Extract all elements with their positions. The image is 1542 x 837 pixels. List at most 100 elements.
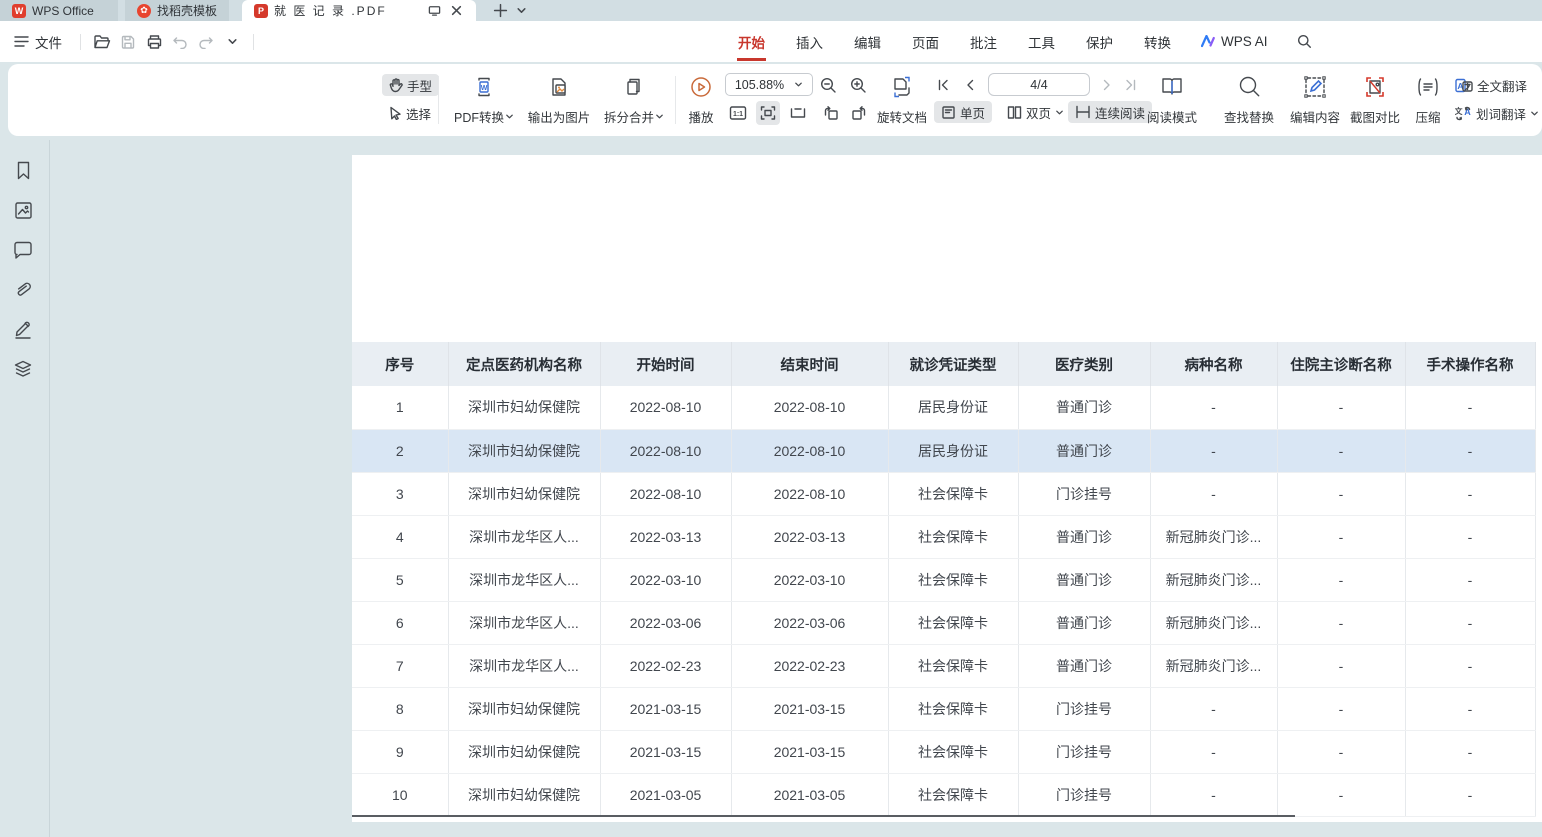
compress-label: 压缩 xyxy=(1415,107,1440,126)
table-cell: 普通门诊 xyxy=(1018,601,1150,644)
table-cell: 2022-08-10 xyxy=(731,429,888,472)
menu-item-page[interactable]: 页面 xyxy=(911,29,940,55)
new-tab-button[interactable] xyxy=(493,3,508,18)
tab-wps-office[interactable]: W WPS Office xyxy=(0,0,118,21)
signature-icon[interactable] xyxy=(12,318,34,340)
pdf-page: 序号定点医药机构名称开始时间结束时间就诊凭证类型医疗类别病种名称住院主诊断名称手… xyxy=(352,155,1542,822)
table-cell: - xyxy=(1405,773,1535,816)
menu-item-home[interactable]: 开始 xyxy=(737,29,766,55)
save-button[interactable] xyxy=(115,30,141,54)
word-translate-button[interactable]: 文A 划词翻译 xyxy=(1448,102,1542,124)
table-cell: 2022-03-06 xyxy=(600,601,731,644)
table-row: 4深圳市龙华区人...2022-03-132022-03-13社会保障卡普通门诊… xyxy=(352,515,1535,558)
actual-size-button[interactable]: 1:1 xyxy=(726,101,750,125)
table-cell: 普通门诊 xyxy=(1018,386,1150,429)
table-cell: 4 xyxy=(352,515,448,558)
page-indicator-input[interactable]: 4/4 xyxy=(988,73,1090,96)
table-row: 1深圳市妇幼保健院2022-08-102022-08-10居民身份证普通门诊--… xyxy=(352,386,1535,429)
print-button[interactable] xyxy=(141,30,167,54)
table-cell: 社会保障卡 xyxy=(888,773,1018,816)
attachment-icon[interactable] xyxy=(12,279,34,301)
wps-ai-logo-icon xyxy=(1201,35,1216,48)
fit-page-button[interactable] xyxy=(786,101,810,125)
tab-list-chevron-icon[interactable] xyxy=(516,5,527,16)
split-merge-button[interactable]: 拆分合并 xyxy=(598,72,670,130)
rotate-right-button[interactable] xyxy=(848,101,872,125)
previous-page-button[interactable] xyxy=(960,73,980,97)
select-tool-label: 选择 xyxy=(406,104,431,123)
table-cell: 2022-02-23 xyxy=(600,644,731,687)
zoom-out-button[interactable] xyxy=(816,73,840,97)
layers-icon[interactable] xyxy=(12,358,34,380)
menu-item-protect[interactable]: 保护 xyxy=(1085,29,1114,55)
table-cell: 2022-03-10 xyxy=(600,558,731,601)
single-page-button[interactable]: 单页 xyxy=(934,101,992,123)
menu-item-edit[interactable]: 编辑 xyxy=(853,29,882,55)
screenshot-compare-button[interactable]: 截图对比 xyxy=(1344,72,1406,130)
table-cell: 新冠肺炎门诊... xyxy=(1150,601,1277,644)
table-row: 3深圳市妇幼保健院2022-08-102022-08-10社会保障卡门诊挂号--… xyxy=(352,472,1535,515)
edit-content-label: 编辑内容 xyxy=(1290,107,1340,126)
menu-item-comment[interactable]: 批注 xyxy=(969,29,998,55)
thumbnail-icon[interactable] xyxy=(12,199,34,221)
pdf-logo-icon: P xyxy=(254,4,268,18)
continuous-reading-button[interactable]: 连续阅读 xyxy=(1068,101,1152,123)
menu-search-icon[interactable] xyxy=(1297,34,1312,49)
divider xyxy=(80,34,81,50)
fulltext-translate-label: 全文翻译 xyxy=(1477,76,1527,95)
fit-width-button[interactable] xyxy=(756,101,780,125)
zoom-level-combobox[interactable]: 105.88% xyxy=(725,73,813,96)
svg-text:文: 文 xyxy=(1455,106,1464,116)
table-cell: 7 xyxy=(352,644,448,687)
pdf-convert-button[interactable]: W PDF转换 xyxy=(448,72,520,130)
open-file-button[interactable] xyxy=(89,30,115,54)
read-mode-button[interactable]: 阅读模式 xyxy=(1142,72,1202,130)
tab-docer-templates[interactable]: ✿ 找稻壳模板 xyxy=(125,0,229,21)
table-cell: - xyxy=(1277,730,1405,773)
chevron-down-icon xyxy=(1055,108,1064,117)
next-page-button[interactable] xyxy=(1097,73,1117,97)
tab-pdf-document[interactable]: P 就 医 记 录 .PDF xyxy=(242,0,476,21)
window-tab-bar: W WPS Office ✿ 找稻壳模板 P 就 医 记 录 .PDF xyxy=(0,0,1542,21)
split-merge-label: 拆分合并 xyxy=(604,107,654,126)
table-cell: 深圳市妇幼保健院 xyxy=(448,472,600,515)
menu-item-wps-ai[interactable]: WPS AI xyxy=(1201,34,1268,49)
table-cell: 社会保障卡 xyxy=(888,601,1018,644)
table-cell: 2022-03-06 xyxy=(731,601,888,644)
first-page-button[interactable] xyxy=(933,73,953,97)
zoom-in-button[interactable] xyxy=(846,73,870,97)
table-cell: 门诊挂号 xyxy=(1018,730,1150,773)
fulltext-translate-button[interactable]: A 全文翻译 xyxy=(1448,74,1534,96)
menu-item-convert[interactable]: 转换 xyxy=(1143,29,1172,55)
last-page-button[interactable] xyxy=(1121,73,1141,97)
bookmark-icon[interactable] xyxy=(12,160,34,182)
compress-button[interactable]: 压缩 xyxy=(1406,72,1450,130)
table-cell: 2021-03-15 xyxy=(731,687,888,730)
edit-content-button[interactable]: 编辑内容 xyxy=(1284,72,1346,130)
tab-monitor-icon[interactable] xyxy=(426,3,442,19)
hand-tool-button[interactable]: 手型 xyxy=(382,74,439,96)
divider xyxy=(438,76,439,124)
select-tool-button[interactable]: 选择 xyxy=(382,102,438,124)
table-cell: 门诊挂号 xyxy=(1018,472,1150,515)
pdf-convert-icon: W xyxy=(472,75,496,99)
export-as-image-button[interactable]: 输出为图片 xyxy=(522,72,596,130)
play-button[interactable]: 播放 xyxy=(680,72,722,130)
file-menu-button[interactable]: 文件 xyxy=(0,21,72,62)
comment-icon[interactable] xyxy=(12,239,34,261)
menu-item-tools[interactable]: 工具 xyxy=(1027,29,1056,55)
undo-button[interactable] xyxy=(167,30,193,54)
rotate-left-button[interactable] xyxy=(818,101,842,125)
table-body: 1深圳市妇幼保健院2022-08-102022-08-10居民身份证普通门诊--… xyxy=(352,386,1535,816)
double-page-button[interactable]: 双页 xyxy=(1000,101,1071,123)
rotate-document-button[interactable]: 旋转文档 xyxy=(874,72,930,130)
tab-close-icon[interactable] xyxy=(448,3,464,19)
table-row: 8深圳市妇幼保健院2021-03-152021-03-15社会保障卡门诊挂号--… xyxy=(352,687,1535,730)
redo-button[interactable] xyxy=(193,30,219,54)
quick-access-chevron-icon[interactable] xyxy=(219,30,245,54)
menu-item-insert[interactable]: 插入 xyxy=(795,29,824,55)
find-replace-button[interactable]: 查找替换 xyxy=(1218,72,1280,130)
rotate-document-icon xyxy=(890,75,914,99)
book-icon xyxy=(1159,75,1185,99)
word-translate-label: 划词翻译 xyxy=(1476,104,1526,123)
